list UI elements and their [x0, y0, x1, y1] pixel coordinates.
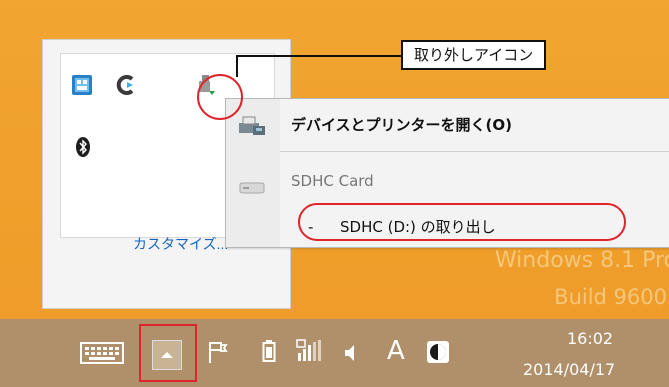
network-signal-icon[interactable] — [296, 339, 324, 363]
action-center-flag-icon[interactable] — [207, 340, 229, 364]
callout-leader-horizontal — [236, 55, 404, 57]
usb-icon-highlight-circle — [197, 74, 243, 120]
menu-item-sdhc-card: SDHC Card — [291, 172, 374, 190]
touch-keyboard-icon[interactable] — [80, 342, 124, 364]
eject-item-highlight — [298, 203, 626, 241]
callout-label: 取り外しアイコン — [401, 40, 547, 70]
chevron-up-icon — [161, 352, 173, 358]
battery-icon[interactable] — [262, 339, 276, 363]
drive-icon — [239, 182, 265, 194]
bluetooth-icon[interactable] — [72, 136, 94, 158]
menu-item-open-devices[interactable]: デバイスとプリンターを開く(O) — [291, 114, 512, 135]
speaker-icon[interactable] — [342, 341, 362, 365]
exchange-icon[interactable] — [71, 74, 93, 96]
callout-leader-vertical — [236, 55, 238, 77]
os-watermark-build: Build 9600 — [554, 285, 667, 309]
clock-time[interactable]: 16:02 — [567, 329, 613, 348]
show-hidden-icons-button[interactable] — [152, 340, 182, 370]
ime-pad-icon[interactable] — [426, 340, 450, 364]
c-logo-icon[interactable] — [115, 74, 137, 96]
printer-icon — [239, 116, 265, 135]
menu-separator — [280, 151, 669, 152]
os-watermark-edition: Windows 8.1 Pro — [494, 248, 669, 273]
ime-mode-indicator[interactable]: A — [387, 336, 405, 366]
customize-link[interactable]: カスタマイズ... — [133, 234, 228, 254]
clock-date[interactable]: 2014/04/17 — [523, 360, 615, 379]
